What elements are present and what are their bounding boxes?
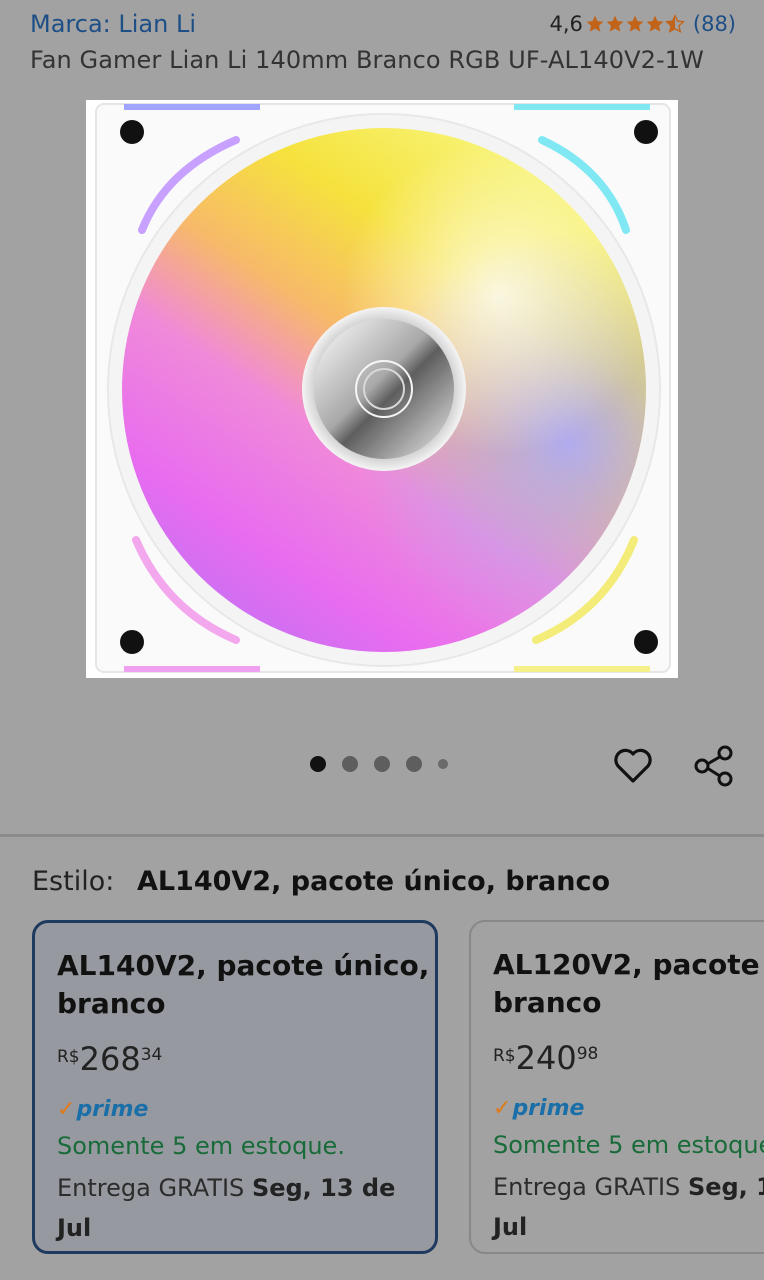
option-title: AL140V2, pacote único, branco [57,947,430,1023]
style-selector-label: Estilo: AL140V2, pacote único, branco [32,866,610,897]
style-label: Estilo: [32,866,115,897]
option-price: R$ 268 34 [57,1043,413,1075]
share-button[interactable] [692,744,736,788]
price-fraction: 98 [576,1044,599,1064]
pagination-dot[interactable] [438,759,448,769]
option-title-line: AL120V2, pacote único, [493,948,764,981]
star-full-icon [626,15,644,32]
stock-status: Somente 5 em estoque. [493,1131,764,1159]
prime-check-icon: ✓ [493,1096,512,1121]
section-divider [0,834,764,837]
stock-status: Somente 5 em estoque. [57,1132,345,1160]
pagination-dot[interactable] [374,756,390,772]
prime-badge: ✓ prime [493,1096,764,1121]
style-option-card[interactable]: AL120V2, pacote único, branco R$ 240 98 … [469,920,764,1254]
delivery-date-cont: Jul [493,1213,528,1241]
product-title: Fan Gamer Lian Li 140mm Branco RGB UF-AL… [30,46,704,74]
brand-rating-row: Marca: Lian Li 4,6 (88) [30,8,736,44]
selected-style-value: AL140V2, pacote único, branco [136,866,611,897]
star-half-icon [665,14,685,33]
pagination-dot[interactable] [342,756,358,772]
option-title-line: branco [57,987,166,1020]
delivery-date: Seg, 13 de [251,1174,396,1202]
prime-label: prime [512,1096,585,1121]
heart-icon [614,748,652,783]
rating-count[interactable]: (88) [693,12,736,36]
fan-image [95,103,671,673]
delivery-prefix: Entrega GRATIS [57,1174,245,1202]
wishlist-button[interactable] [610,742,656,788]
star-full-icon [646,15,664,32]
delivery-date: Seg, 13 de [687,1173,764,1201]
star-full-icon [606,15,624,32]
price-currency: R$ [493,1046,516,1066]
brand-link[interactable]: Marca: Lian Li [30,10,196,38]
option-title-line: AL140V2, pacote único, [57,949,430,982]
rating-value: 4,6 [549,12,583,36]
delivery-prefix: Entrega GRATIS [493,1173,681,1201]
share-icon [694,745,733,787]
rating-stars [585,14,685,34]
gallery-pagination [310,756,464,772]
option-price: R$ 240 98 [493,1042,764,1074]
price-fraction: 34 [140,1045,163,1065]
prime-check-icon: ✓ [57,1097,76,1122]
prime-badge: ✓ prime [57,1097,413,1122]
pagination-dot[interactable] [406,756,422,772]
product-image[interactable] [86,100,678,678]
prime-label: prime [76,1097,149,1122]
delivery-info: Entrega GRATIS Seg, 13 de Jul [57,1168,413,1248]
delivery-info: Entrega GRATIS Seg, 13 de Jul [493,1167,764,1247]
option-title-line: branco [493,986,602,1019]
rating-summary[interactable]: 4,6 (88) [549,12,736,36]
delivery-date-cont: Jul [57,1214,92,1242]
option-title: AL120V2, pacote único, branco [493,946,764,1022]
star-full-icon [586,15,604,32]
price-currency: R$ [57,1047,80,1067]
style-option-card-selected[interactable]: AL140V2, pacote único, branco R$ 268 34 … [32,920,438,1254]
price-whole: 268 [79,1040,141,1078]
pagination-dot[interactable] [310,756,326,772]
price-whole: 240 [515,1039,577,1077]
